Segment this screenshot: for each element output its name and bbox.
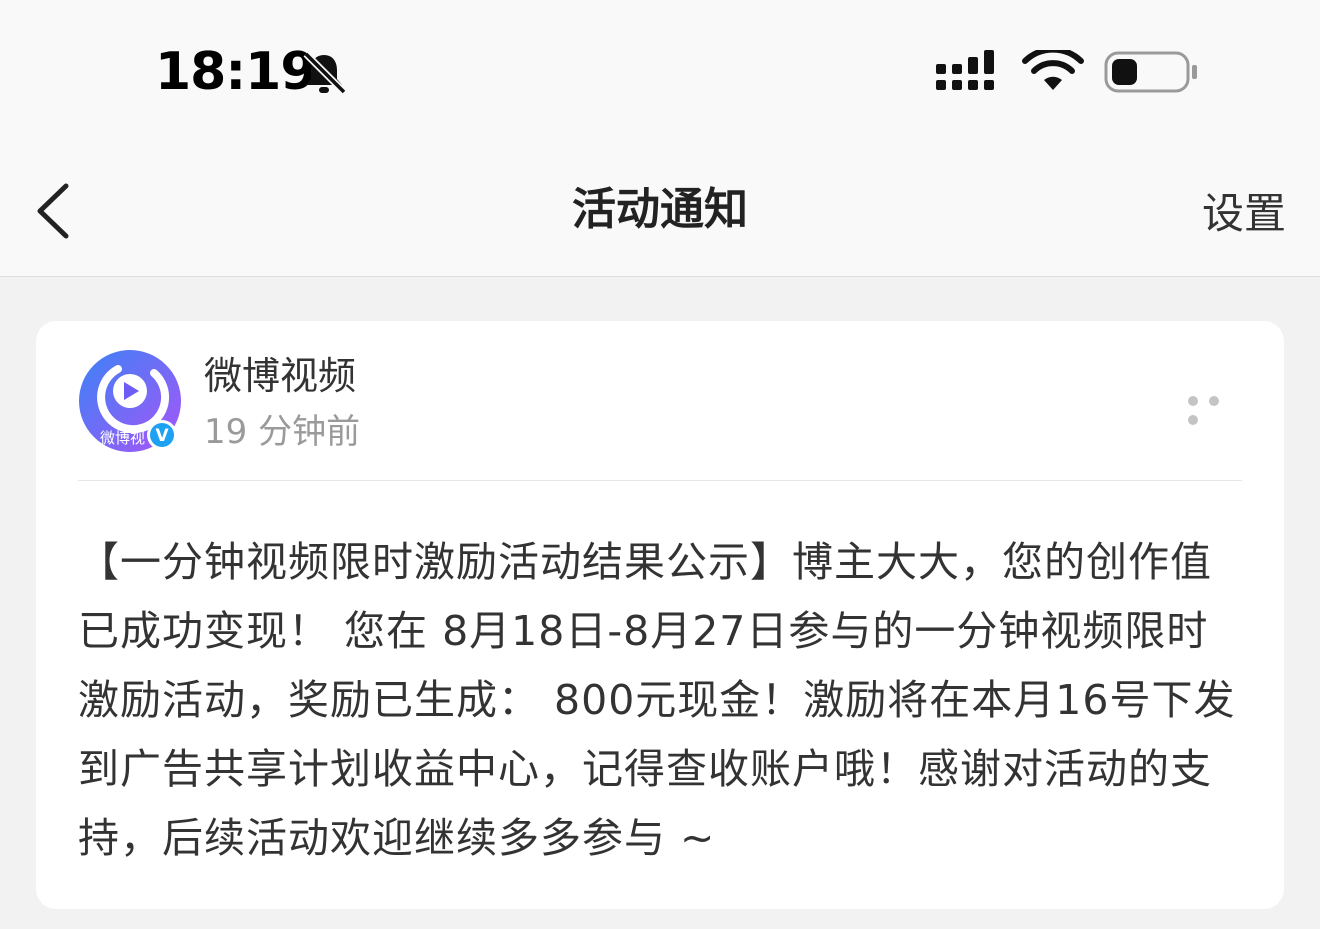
divider bbox=[78, 480, 1242, 481]
cellular-signal-icon bbox=[936, 50, 994, 90]
battery-icon bbox=[1104, 51, 1197, 93]
svg-text:V: V bbox=[156, 426, 170, 446]
status-time: 18:19 bbox=[155, 42, 317, 102]
wifi-icon bbox=[1022, 50, 1084, 90]
more-dots-icon[interactable] bbox=[1188, 391, 1248, 425]
settings-button[interactable]: 设置 bbox=[1202, 186, 1286, 242]
status-bar: 18:19 bbox=[0, 0, 1320, 140]
nav-bar: 活动通知 设置 bbox=[0, 140, 1320, 277]
bell-slash-icon bbox=[303, 51, 347, 95]
notification-card: 微博视 V 微博视频 19 分钟前 【一分钟视频限时激励活动结果公示】博主大大，… bbox=[36, 321, 1284, 909]
page-title: 活动通知 bbox=[572, 184, 748, 235]
timestamp: 19 分钟前 bbox=[204, 412, 361, 452]
svg-text:微博视: 微博视 bbox=[100, 429, 145, 447]
sender-name[interactable]: 微博视频 bbox=[204, 351, 356, 401]
sender-avatar[interactable]: 微博视 V bbox=[78, 349, 182, 453]
notification-message: 【一分钟视频限时激励活动结果公示】博主大大，您的创作值已成功变现！ 您在 8月1… bbox=[78, 538, 1236, 862]
